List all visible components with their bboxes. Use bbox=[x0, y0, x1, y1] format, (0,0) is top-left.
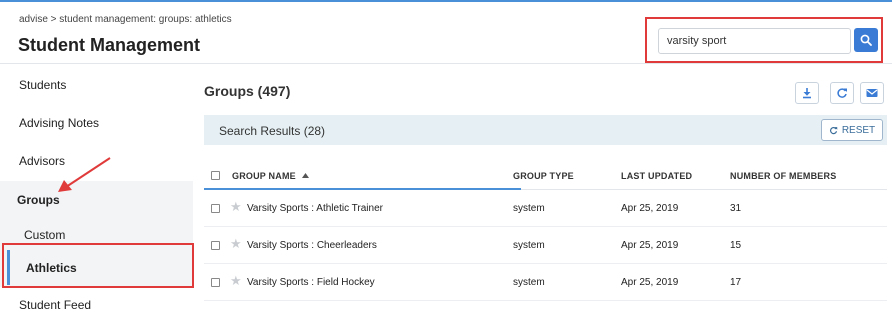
group-type-cell: system bbox=[513, 240, 545, 251]
download-icon bbox=[803, 88, 811, 99]
column-header-member-count[interactable]: NUMBER OF MEMBERS bbox=[730, 171, 836, 181]
download-button[interactable] bbox=[795, 82, 819, 104]
group-type-cell: system bbox=[513, 203, 545, 214]
search-results-label: Search Results (28) bbox=[219, 124, 326, 138]
star-icon[interactable]: ★ bbox=[230, 274, 242, 288]
breadcrumb: advise > student management: groups: ath… bbox=[19, 14, 232, 25]
last-updated-cell: Apr 25, 2019 bbox=[621, 240, 679, 251]
row-checkbox[interactable] bbox=[211, 241, 220, 250]
group-name-cell[interactable]: Varsity Sports : Athletic Trainer bbox=[247, 203, 383, 214]
star-icon[interactable]: ★ bbox=[230, 237, 242, 251]
sidebar-item-student-feed[interactable]: Student Feed bbox=[0, 286, 193, 324]
table-header: GROUP NAME GROUP TYPE LAST UPDATED NUMBE… bbox=[204, 162, 887, 190]
sidebar-item-label: Student Feed bbox=[19, 298, 92, 312]
table-row[interactable]: ★ Varsity Sports : Field Hockey system A… bbox=[204, 264, 887, 301]
table-row[interactable]: ★ Varsity Sports : Athletic Trainer syst… bbox=[204, 190, 887, 227]
sidebar-item-advising-notes[interactable]: Advising Notes bbox=[0, 104, 193, 142]
member-count-cell: 15 bbox=[730, 240, 742, 251]
table-row[interactable]: ★ Varsity Sports : Cheerleaders system A… bbox=[204, 227, 887, 264]
sidebar-item-label: Advising Notes bbox=[19, 116, 100, 130]
search-highlight-box bbox=[645, 17, 883, 63]
star-icon[interactable]: ★ bbox=[230, 200, 242, 214]
arrow-annotation-icon bbox=[58, 157, 111, 192]
member-count-cell: 31 bbox=[730, 203, 742, 214]
group-type-cell: system bbox=[513, 277, 545, 288]
mail-icon bbox=[866, 89, 878, 97]
refresh-icon bbox=[837, 88, 847, 98]
group-name-cell[interactable]: Varsity Sports : Cheerleaders bbox=[247, 240, 377, 251]
search-button[interactable] bbox=[854, 28, 878, 52]
main-content: Groups (497) Search Results (28) RESET G… bbox=[193, 64, 892, 315]
search-input[interactable] bbox=[658, 28, 851, 54]
select-all-checkbox[interactable] bbox=[211, 171, 220, 180]
reset-button[interactable]: RESET bbox=[821, 119, 883, 141]
page-title: Student Management bbox=[18, 35, 201, 55]
groups-title: Groups (497) bbox=[204, 83, 291, 99]
last-updated-cell: Apr 25, 2019 bbox=[621, 203, 679, 214]
page-header: advise > student management: groups: ath… bbox=[0, 2, 892, 64]
email-button[interactable] bbox=[860, 82, 884, 104]
sidebar-item-label: Custom bbox=[24, 228, 66, 242]
row-checkbox[interactable] bbox=[211, 204, 220, 213]
search-icon bbox=[860, 34, 872, 46]
refresh-button[interactable] bbox=[830, 82, 854, 104]
row-checkbox[interactable] bbox=[211, 278, 220, 287]
sidebar-item-students[interactable]: Students bbox=[0, 66, 193, 104]
athletics-highlight-box bbox=[2, 243, 194, 288]
column-header-group-type[interactable]: GROUP TYPE bbox=[513, 171, 574, 181]
sort-ascending-icon[interactable] bbox=[302, 173, 309, 178]
column-header-group-name[interactable]: GROUP NAME bbox=[232, 171, 296, 181]
last-updated-cell: Apr 25, 2019 bbox=[621, 277, 679, 288]
search-results-bar: Search Results (28) RESET bbox=[204, 115, 887, 145]
reset-label: RESET bbox=[841, 124, 876, 136]
sidebar-item-label: Students bbox=[19, 78, 67, 92]
member-count-cell: 17 bbox=[730, 277, 742, 288]
reset-icon bbox=[829, 126, 838, 134]
column-header-last-updated[interactable]: LAST UPDATED bbox=[621, 171, 692, 181]
group-name-cell[interactable]: Varsity Sports : Field Hockey bbox=[247, 277, 375, 288]
